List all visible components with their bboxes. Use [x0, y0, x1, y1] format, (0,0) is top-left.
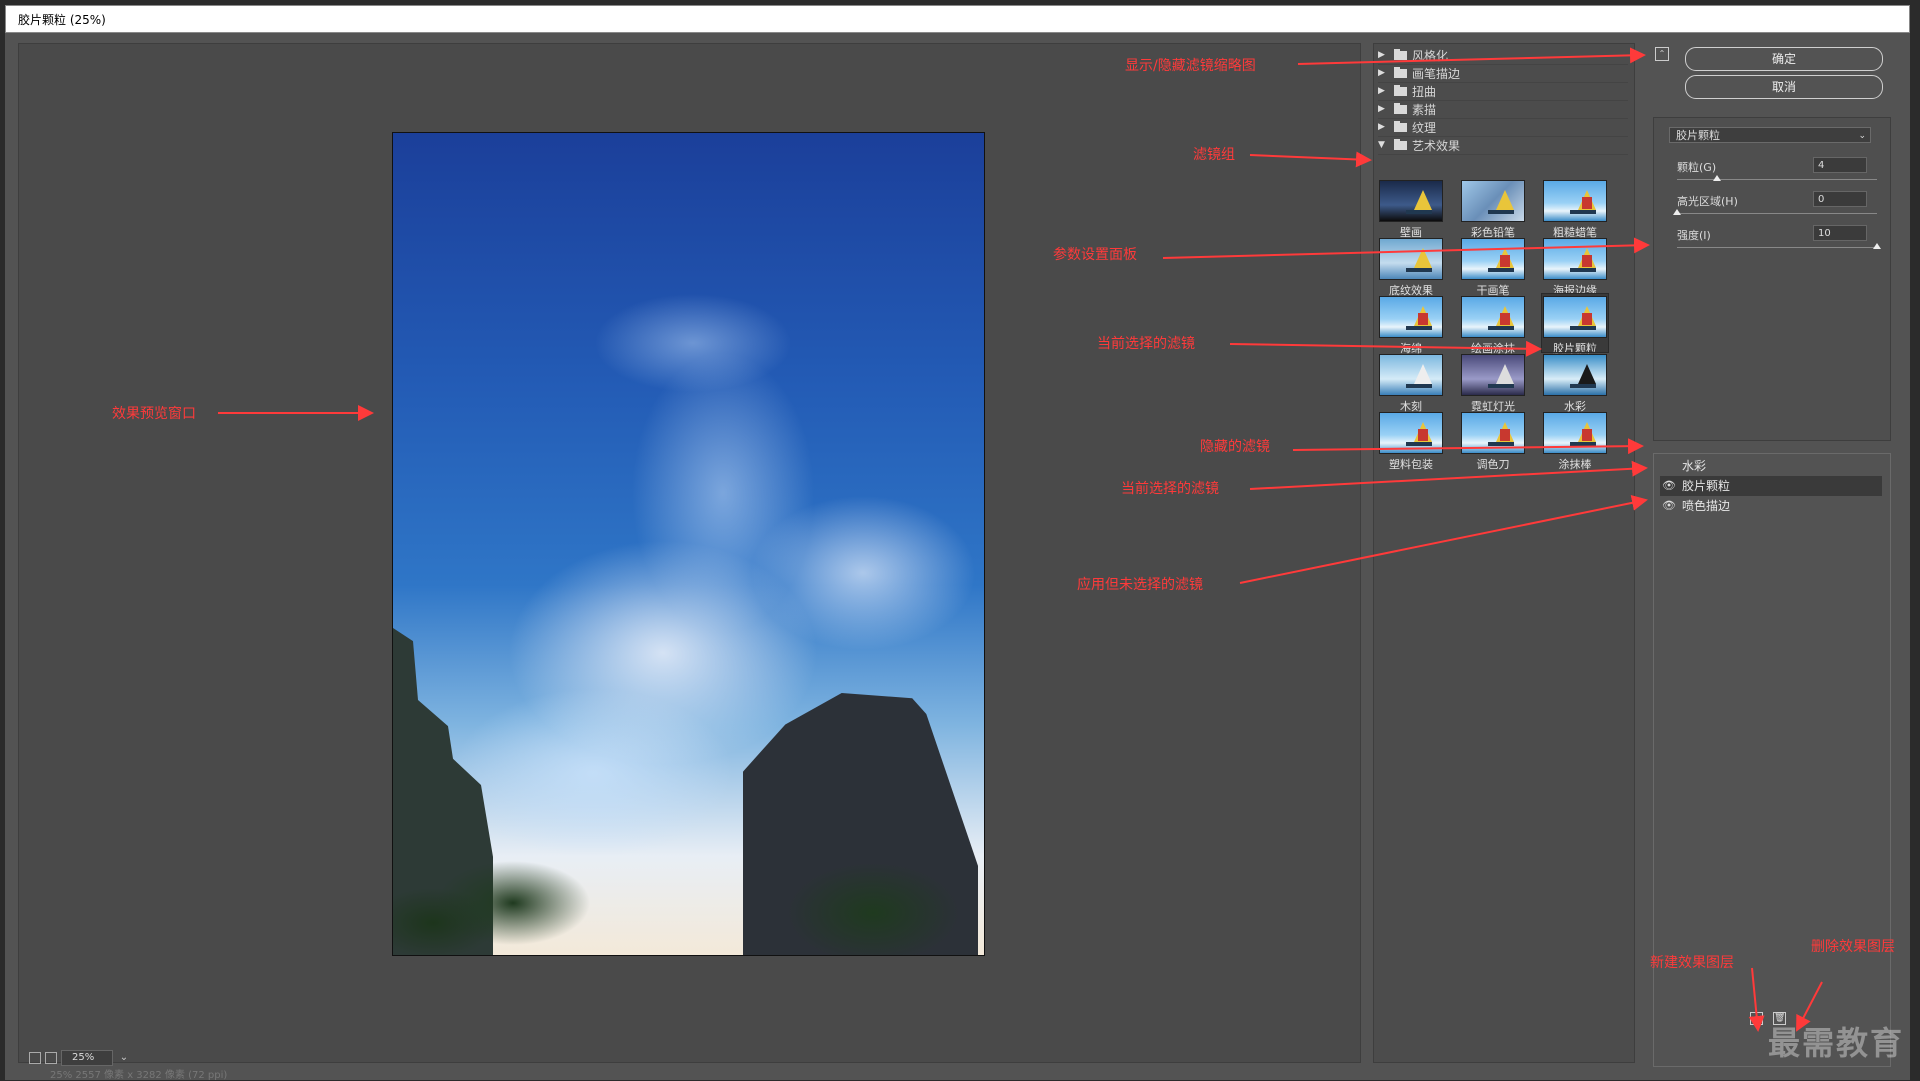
folder-icon: [1394, 48, 1407, 60]
eye-icon[interactable]: 👁: [1662, 496, 1676, 516]
highlight-slider-knob[interactable]: [1673, 209, 1681, 215]
annotation-new-layer: 新建效果图层: [1650, 955, 1734, 971]
annotation-toggle-thumbnails: 显示/隐藏滤镜缩略图: [1125, 58, 1256, 74]
highlight-slider-track[interactable]: [1677, 213, 1877, 214]
annotation-applied-unselected: 应用但未选择的滤镜: [1077, 577, 1203, 593]
expand-arrow-icon[interactable]: ▶: [1378, 50, 1390, 60]
zoom-level[interactable]: 25%: [61, 1050, 113, 1066]
filter-thumb-watercolor[interactable]: 水彩: [1542, 352, 1608, 413]
filter-thumb-neon-glow[interactable]: 霓虹灯光: [1460, 352, 1526, 413]
filter-thumb-smudge-stick[interactable]: 涂抹棒: [1542, 410, 1608, 471]
grain-slider-knob[interactable]: [1713, 175, 1721, 181]
filter-group-sketch[interactable]: ▶ 素描: [1378, 100, 1628, 119]
zoom-in-icon[interactable]: [45, 1052, 57, 1064]
param-intensity: 强度(I) 10: [1677, 223, 1887, 257]
eye-icon[interactable]: 👁: [1662, 476, 1676, 496]
grain-value-input[interactable]: 4: [1813, 157, 1867, 173]
filter-group-distort[interactable]: ▶ 扭曲: [1378, 82, 1628, 101]
grain-slider-track[interactable]: [1677, 179, 1877, 180]
annotation-preview-window: 效果预览窗口: [112, 406, 196, 422]
preview-image: [392, 132, 985, 956]
open-folder-icon: [1394, 138, 1407, 150]
preview-pane[interactable]: 25% ⌄: [18, 43, 1361, 1066]
effect-layers-panel: 水彩 👁 胶片颗粒 👁 喷色描边: [1653, 453, 1891, 1067]
filter-thumb-dry-brush[interactable]: 干画笔: [1460, 236, 1526, 297]
param-highlight-area: 高光区域(H) 0: [1673, 189, 1887, 223]
effect-layer-film-grain[interactable]: 👁 胶片颗粒: [1660, 476, 1882, 496]
filter-select[interactable]: 胶片颗粒 ⌄: [1669, 127, 1871, 143]
status-line: 25% 2557 像素 x 3282 像素 (72 ppi): [50, 1070, 228, 1081]
ok-button[interactable]: 确定: [1685, 47, 1883, 71]
effect-layer-watercolor[interactable]: 水彩: [1660, 456, 1882, 476]
filter-gallery-dialog: 25% ⌄ ▶ 风格化 ▶ 画笔描边 ▶ 扭曲 ▶ 素描 ▶ 纹理 ▼ 艺术效果 壁画 彩色…: [5, 33, 1910, 1080]
folder-icon: [1394, 66, 1407, 78]
expand-arrow-icon[interactable]: ▶: [1378, 122, 1390, 132]
param-grain: 颗粒(G) 4: [1677, 155, 1887, 189]
filter-thumb-poster-edges[interactable]: 海报边缘: [1542, 236, 1608, 297]
annotation-current-filter-layer: 当前选择的滤镜: [1121, 481, 1219, 497]
zoom-dropdown-icon[interactable]: ⌄: [117, 1051, 131, 1065]
filter-list: ▶ 风格化 ▶ 画笔描边 ▶ 扭曲 ▶ 素描 ▶ 纹理 ▼ 艺术效果 壁画 彩色铅笔 粗糙蜡…: [1373, 43, 1635, 1063]
filter-thumb-cutout[interactable]: 木刻: [1378, 352, 1444, 413]
folder-icon: [1394, 120, 1407, 132]
intensity-slider-track[interactable]: [1677, 247, 1877, 248]
collapse-arrow-icon[interactable]: ▼: [1378, 140, 1390, 150]
folder-icon: [1394, 102, 1407, 114]
trees: [393, 833, 984, 955]
window-title: 胶片颗粒 (25%): [5, 5, 1910, 33]
zoom-bar: 25% ⌄: [29, 1050, 131, 1066]
filter-thumb-underpainting[interactable]: 底纹效果: [1378, 236, 1444, 297]
expand-arrow-icon[interactable]: ▶: [1378, 104, 1390, 114]
filter-thumb-rough-pastels[interactable]: 粗糙蜡笔: [1542, 178, 1608, 239]
new-layer-icon[interactable]: +: [1750, 1012, 1763, 1025]
filter-thumb-sponge[interactable]: 海绵: [1378, 294, 1444, 355]
cancel-button[interactable]: 取消: [1685, 75, 1883, 99]
expand-arrow-icon[interactable]: ▶: [1378, 68, 1390, 78]
intensity-value-input[interactable]: 10: [1813, 225, 1867, 241]
annotation-current-filter: 当前选择的滤镜: [1097, 336, 1195, 352]
filter-thumb-plastic-wrap[interactable]: 塑料包装: [1378, 410, 1444, 471]
highlight-value-input[interactable]: 0: [1813, 191, 1867, 207]
filter-thumb-fresco[interactable]: 壁画: [1378, 178, 1444, 239]
annotation-hidden-filter: 隐藏的滤镜: [1200, 439, 1270, 455]
watermark: 最需教育: [1768, 1024, 1905, 1062]
annotation-delete-layer: 删除效果图层: [1811, 939, 1895, 955]
param-panel: 胶片颗粒 ⌄ 颗粒(G) 4 高光区域(H) 0 强度(I) 10: [1661, 117, 1887, 275]
filter-group-texture[interactable]: ▶ 纹理: [1378, 118, 1628, 137]
toggle-thumbnails-icon[interactable]: ⌃: [1655, 47, 1669, 61]
annotation-param-panel: 参数设置面板: [1053, 247, 1137, 263]
chevron-down-icon: ⌄: [1858, 131, 1866, 141]
filter-group-stylize[interactable]: ▶ 风格化: [1378, 46, 1628, 65]
expand-arrow-icon[interactable]: ▶: [1378, 86, 1390, 96]
annotation-filter-group: 滤镜组: [1193, 147, 1235, 163]
filter-thumb-film-grain[interactable]: 胶片颗粒: [1541, 293, 1609, 355]
filter-thumb-paint-daubs[interactable]: 绘画涂抹: [1460, 294, 1526, 355]
filter-thumb-palette-knife[interactable]: 调色刀: [1460, 410, 1526, 471]
filter-thumb-colored-pencil[interactable]: 彩色铅笔: [1460, 178, 1526, 239]
folder-icon: [1394, 84, 1407, 96]
intensity-slider-knob[interactable]: [1873, 243, 1881, 249]
filter-group-brush-strokes[interactable]: ▶ 画笔描边: [1378, 64, 1628, 83]
effect-layer-sprayed-strokes[interactable]: 👁 喷色描边: [1660, 496, 1882, 516]
filter-group-artistic[interactable]: ▼ 艺术效果: [1378, 136, 1628, 155]
zoom-out-icon[interactable]: [29, 1052, 41, 1064]
